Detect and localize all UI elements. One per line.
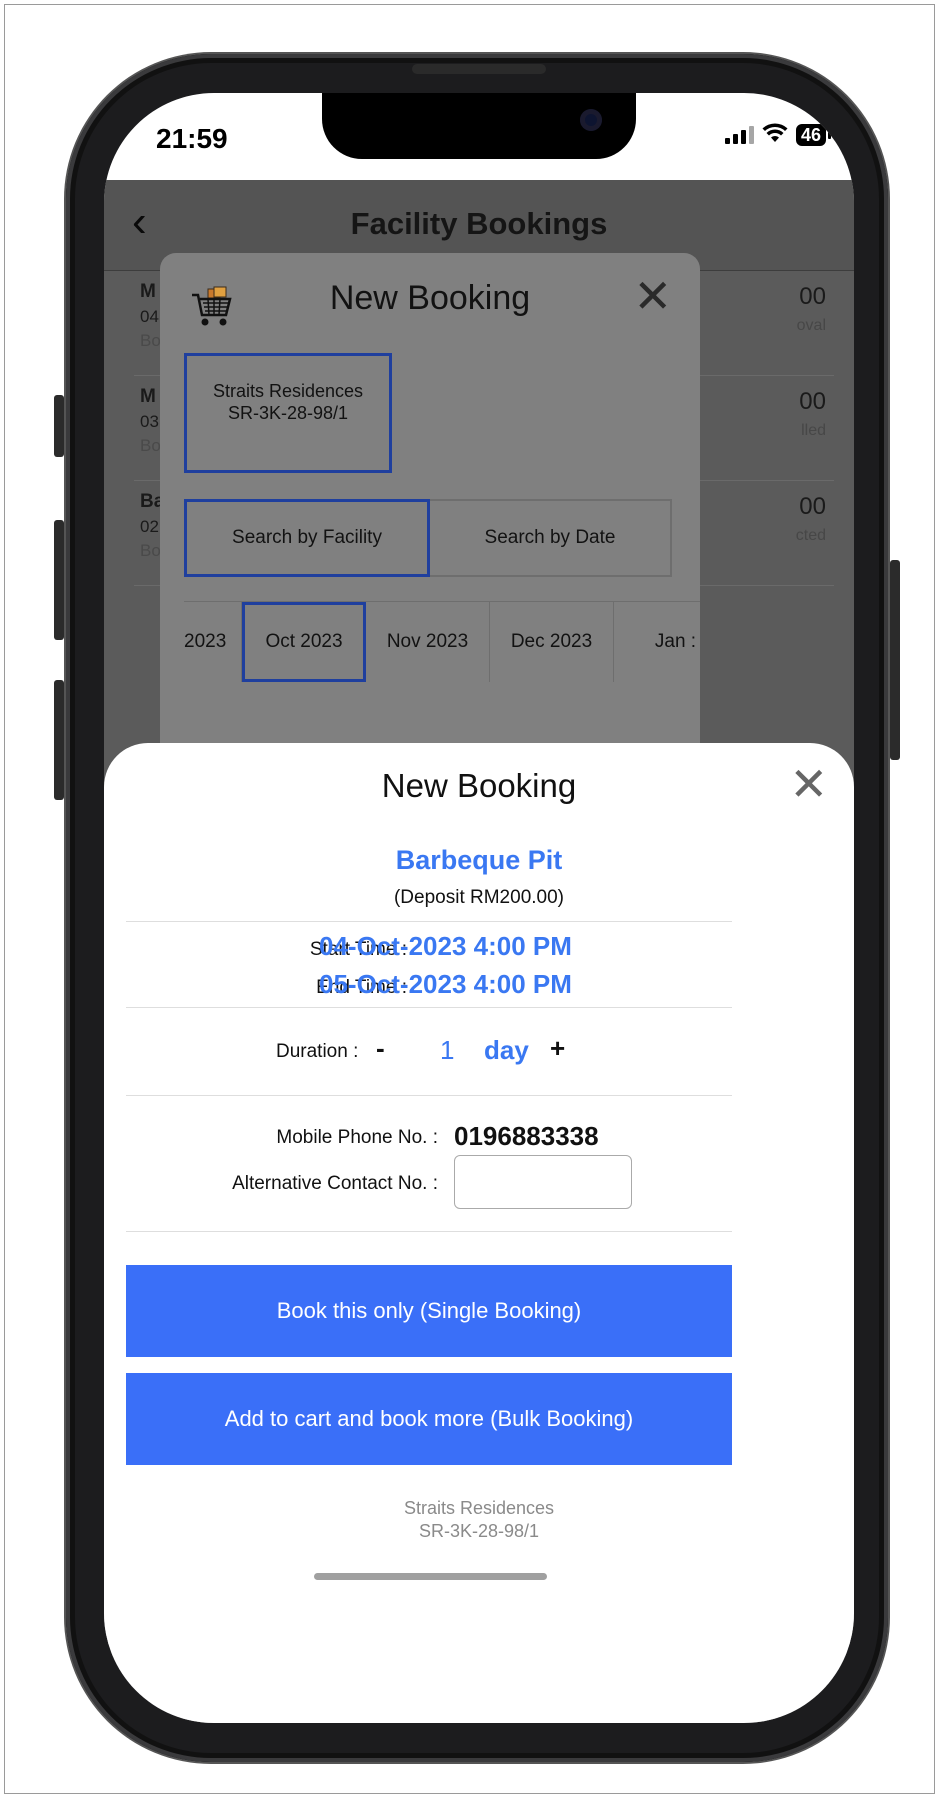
item-amount: 00 [799,283,826,310]
battery-icon: 46 [795,123,832,146]
duration-value: 1 [440,1035,455,1065]
alternative-contact-row: Alternative Contact No. : [104,1155,854,1211]
search-mode-toggle: Search by Facility Search by Date [184,499,672,577]
month-tab[interactable]: 2023 [184,602,242,682]
item-title: M [140,386,156,407]
unit-selector[interactable]: Straits Residences SR-3K-28-98/1 [184,353,392,473]
item-subtext: Bo [140,541,161,560]
home-indicator[interactable] [314,1573,547,1580]
item-date: 04 [140,307,159,326]
deposit-amount: (Deposit RM200.00) [393,887,565,908]
item-status: cted [795,527,826,544]
alternative-contact-label: Alternative Contact No. : [232,1173,438,1194]
duration-unit: day [484,1035,529,1065]
status-time: 21:59 [156,123,228,154]
duration-decrease-button[interactable]: - [376,1033,385,1064]
top-speaker [412,64,546,74]
wifi-icon [762,123,788,146]
close-icon[interactable]: ✕ [789,761,828,807]
end-time-value[interactable]: 05-Oct-2023 4:00 PM [319,969,572,1000]
footer-unit: Straits Residences SR-3K-28-98/1 [104,1497,854,1543]
facility-name: Barbeque Pit [395,845,563,875]
month-tab[interactable]: Jan : [614,602,700,682]
item-amount: 00 [799,493,826,520]
item-date: 03 [140,412,159,431]
bulk-booking-button[interactable]: Add to cart and book more (Bulk Booking) [126,1373,732,1465]
alternative-contact-input[interactable] [454,1155,632,1209]
footer-unit-name: Straits Residences [403,1498,555,1518]
cellular-signal-icon [724,125,754,144]
mobile-phone-value: 0196883338 [454,1121,599,1151]
month-tab[interactable]: Dec 2023 [490,602,614,682]
unit-number: SR-3K-28-98/1 [227,403,349,423]
item-subtext: Bo [140,436,161,455]
item-subtext: Bo [140,331,161,350]
month-tab-selected[interactable]: Oct 2023 [242,602,366,682]
single-booking-button[interactable]: Book this only (Single Booking) [126,1265,732,1357]
footer-unit-number: SR-3K-28-98/1 [418,1521,540,1541]
divider [126,1231,732,1232]
new-booking-sheet: New Booking ✕ Barbeque Pit (Deposit RM20… [104,743,854,1723]
camera-icon [580,109,602,131]
mobile-phone-row: Mobile Phone No. : 0196883338 [104,1119,854,1153]
status-icons: 46 [724,123,832,146]
power-button [890,560,900,760]
end-time-row: End Time : 05-Oct-2023 4:00 PM [104,969,854,1003]
start-time-row: Start Time : 04-Oct-2023 4:00 PM [104,931,854,965]
item-date: 02 [140,517,159,536]
volume-up-button [54,520,64,640]
notch [322,93,636,159]
sheet-title: New Booking [381,767,577,804]
bg-modal-close-icon[interactable]: ✕ [633,273,672,319]
phone-screen: 21:59 46 ‹ Facility Bookings M 04 Bo 00 … [104,93,854,1723]
duration-stepper: Duration : - 1 day + [104,1033,854,1073]
volume-down-button [54,680,64,800]
tab-search-by-facility[interactable]: Search by Facility [184,499,430,577]
item-status: lled [801,422,826,439]
unit-name: Straits Residences [212,381,364,401]
bg-modal-title: New Booking [329,279,531,317]
month-selector: 2023 Oct 2023 Nov 2023 Dec 2023 Jan : [184,601,700,682]
divider [126,1007,732,1008]
background-new-booking-modal: New Booking ✕ Straits Residences SR-3K-2… [160,253,700,773]
item-title: M [140,281,156,302]
duration-increase-button[interactable]: + [550,1033,565,1064]
month-tab[interactable]: Nov 2023 [366,602,490,682]
tab-search-by-date[interactable]: Search by Date [430,501,670,575]
mobile-phone-label: Mobile Phone No. : [276,1127,438,1148]
mute-switch [54,395,64,457]
item-amount: 00 [799,388,826,415]
divider [126,921,732,922]
start-time-value[interactable]: 04-Oct-2023 4:00 PM [319,931,572,962]
item-status: oval [796,317,826,334]
divider [126,1095,732,1096]
page-title: Facility Bookings [350,206,608,241]
duration-label: Duration : [276,1041,359,1062]
